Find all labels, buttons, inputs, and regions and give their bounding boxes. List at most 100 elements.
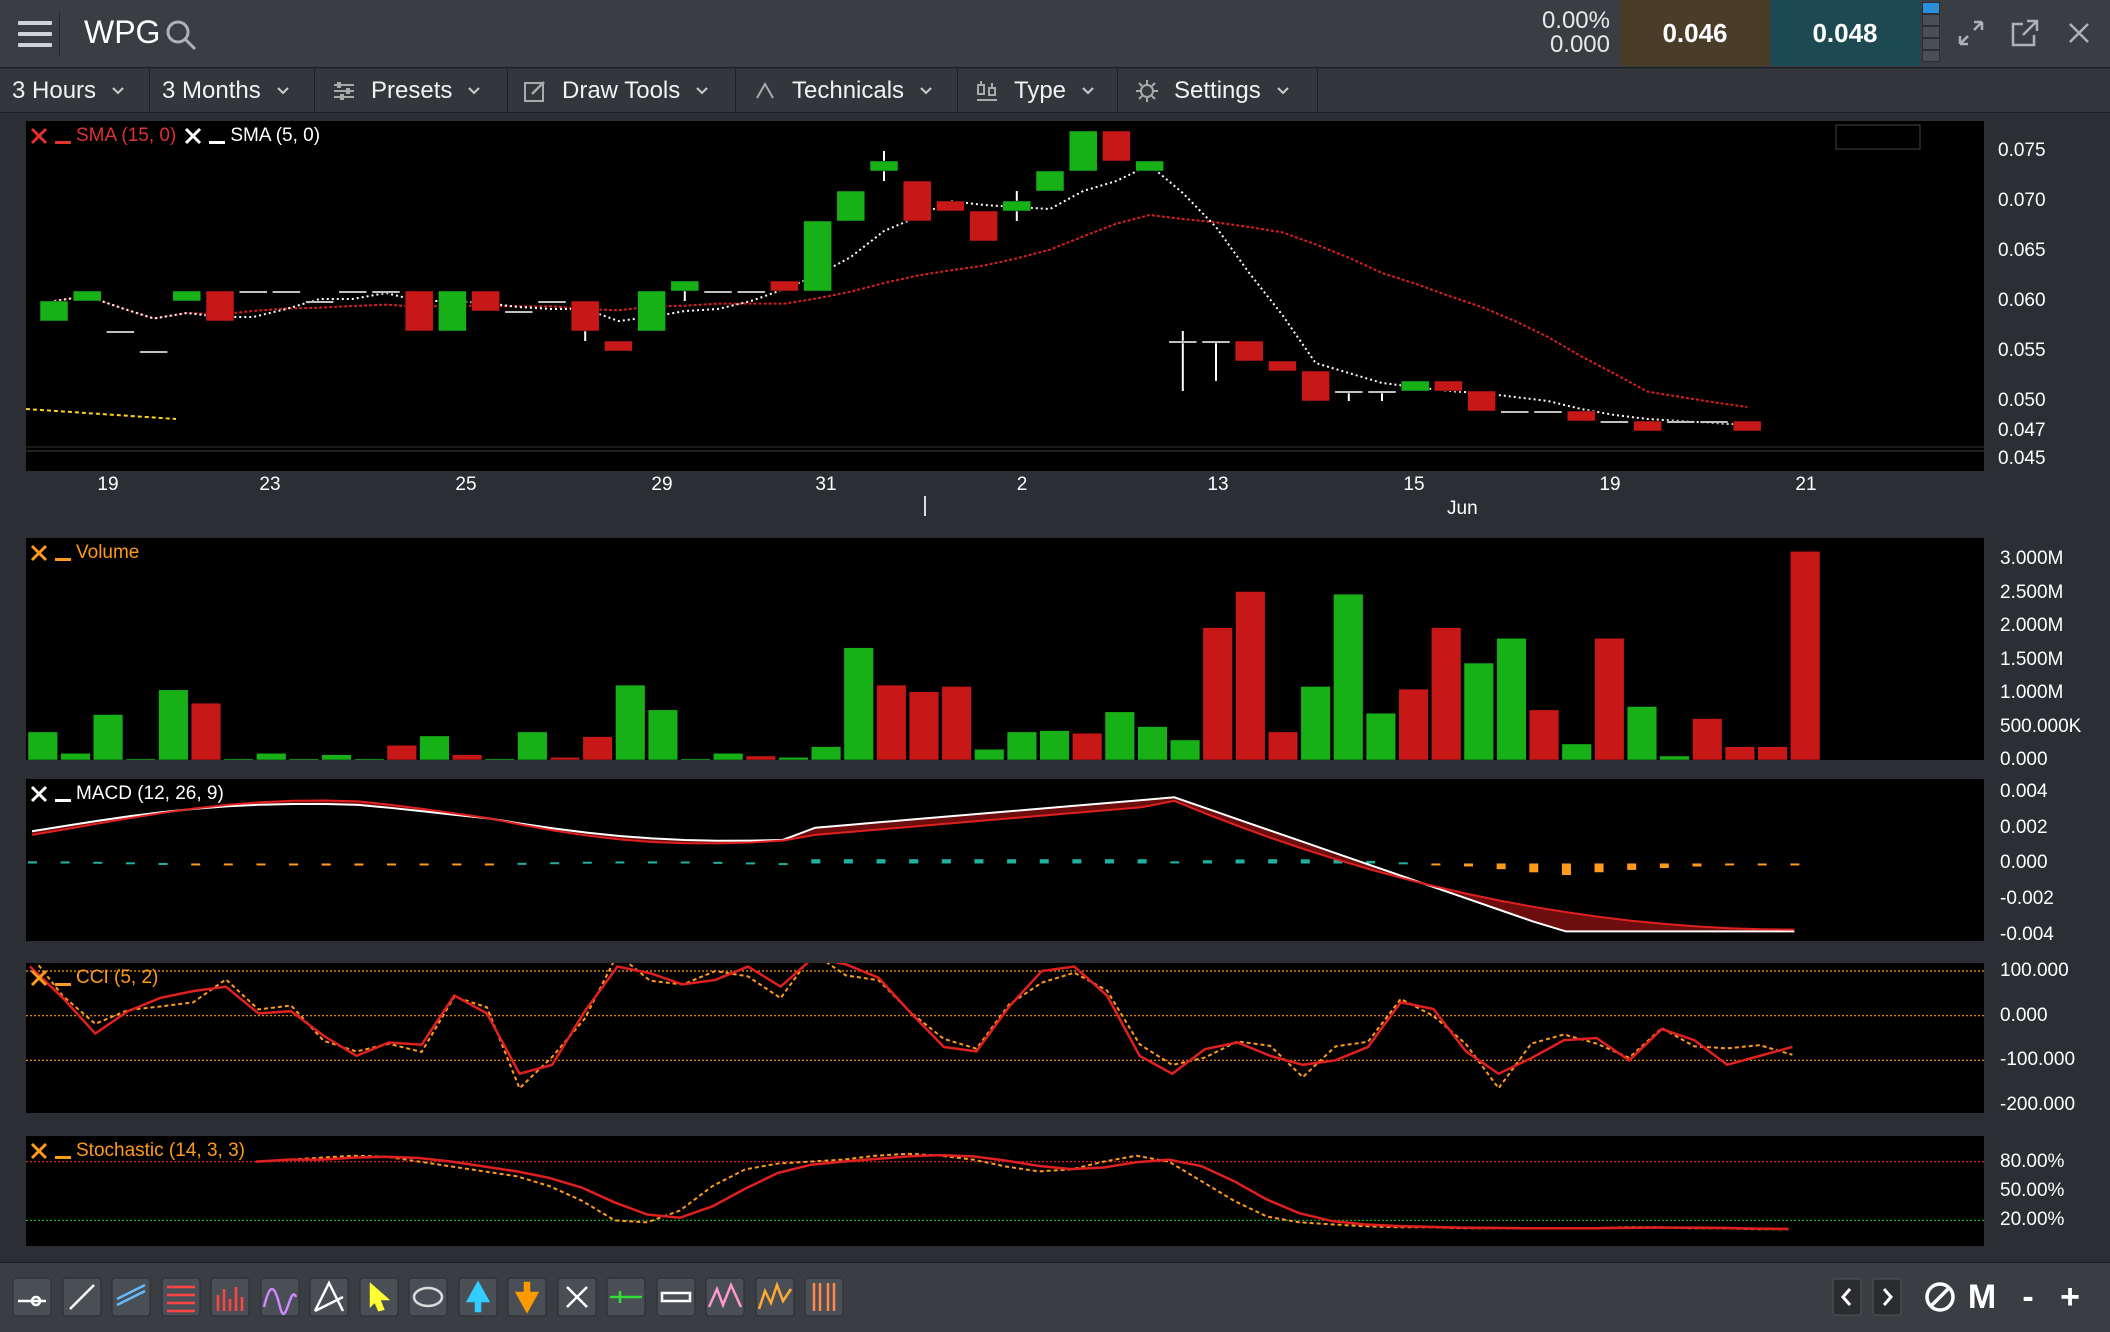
hamburger-menu-icon[interactable]: [10, 12, 60, 56]
macd-histogram-bar: [1366, 860, 1376, 864]
remove-macd-icon[interactable]: [28, 783, 50, 805]
remove-stochastic-icon[interactable]: [28, 1140, 50, 1162]
price-label-icon[interactable]: [656, 1277, 696, 1317]
zoom-in-button[interactable]: +: [2050, 1275, 2090, 1319]
macd-histogram-bar: [778, 863, 788, 866]
interval-dropdown[interactable]: 3 Hours: [0, 69, 150, 113]
chart-toolbar: 3 Hours 3 Months Presets Draw Tools Tech…: [0, 69, 2110, 113]
channel-icon[interactable]: [111, 1277, 151, 1317]
macd-histogram-bar: [387, 863, 396, 866]
cci-chart-svg[interactable]: [26, 951, 1984, 1113]
elliott-icon[interactable]: [755, 1277, 795, 1317]
fibonacci-icon[interactable]: [161, 1277, 201, 1317]
market-depth-indicator[interactable]: [1922, 2, 1940, 64]
macd-histogram-bar: [648, 861, 658, 864]
candle-body: [1600, 420, 1629, 424]
remove-sma5-icon[interactable]: [182, 125, 204, 147]
sliders-icon: [334, 82, 354, 100]
candle-body: [1268, 360, 1297, 372]
vertical-lines-icon[interactable]: [804, 1277, 844, 1317]
trendline-icon[interactable]: [62, 1277, 102, 1317]
pointer-arrow-icon[interactable]: [359, 1277, 399, 1317]
stochastic-panel[interactable]: Stochastic (14, 3, 3): [26, 1136, 1984, 1246]
symbol-title[interactable]: WPG: [84, 14, 160, 51]
volume-bar: [386, 745, 417, 761]
macd-y-tick: -0.002: [2000, 888, 2054, 910]
scroll-left-icon[interactable]: [1832, 1275, 1862, 1319]
ellipse-icon[interactable]: [408, 1277, 448, 1317]
volume-bar: [256, 753, 287, 761]
draw-tools-dropdown[interactable]: Draw Tools: [508, 69, 736, 113]
macd-histogram-bar: [1561, 863, 1571, 876]
candle-body: [272, 290, 301, 294]
volume-bar: [27, 731, 58, 761]
zoom-out-button[interactable]: -: [2008, 1275, 2048, 1319]
minimize-macd-icon[interactable]: [52, 783, 74, 805]
candle-body: [371, 290, 401, 294]
macd-histogram-bar: [811, 859, 821, 864]
volume-bar: [713, 753, 744, 761]
down-arrow-icon[interactable]: [507, 1277, 547, 1317]
candle-body: [1566, 410, 1596, 422]
macd-histogram-bar: [876, 859, 886, 864]
delete-drawing-icon[interactable]: [557, 1277, 597, 1317]
chart-type-dropdown[interactable]: Type: [958, 69, 1118, 113]
cci-panel[interactable]: CCI (5, 2): [26, 951, 1984, 1113]
volume-bar: [1235, 591, 1266, 761]
range-label: 3 Months: [162, 77, 261, 104]
popout-icon[interactable]: [2008, 16, 2042, 50]
price-chart-svg[interactable]: [25, 121, 1984, 471]
volume-bar: [1724, 746, 1755, 761]
remove-volume-icon[interactable]: [28, 542, 50, 564]
volume-chart-svg[interactable]: [26, 538, 1984, 761]
disable-icon[interactable]: [1920, 1275, 1960, 1319]
volume-panel[interactable]: Volume: [26, 538, 1984, 761]
macd-histogram-bar: [419, 863, 429, 866]
presets-dropdown[interactable]: Presets: [315, 69, 508, 113]
volume-bar: [615, 684, 646, 761]
type-label: Type: [1014, 77, 1067, 104]
bar-pattern-icon[interactable]: [210, 1277, 250, 1317]
price-chart-panel[interactable]: SMA (15, 0) SMA (5, 0): [25, 121, 1984, 471]
scroll-right-icon[interactable]: [1872, 1275, 1902, 1319]
ask-price-button[interactable]: 0.048: [1770, 0, 1920, 66]
price-x-tick: 19: [1599, 474, 1621, 495]
horizontal-line-icon[interactable]: [606, 1277, 646, 1317]
remove-sma15-icon[interactable]: [28, 125, 50, 147]
minimize-volume-icon[interactable]: [52, 542, 74, 564]
technicals-dropdown[interactable]: Technicals: [736, 69, 958, 113]
wave-icon[interactable]: [260, 1277, 300, 1317]
candle-body: [504, 310, 534, 314]
macd-histogram-bar: [1072, 859, 1082, 864]
crosshair-icon[interactable]: [12, 1277, 52, 1317]
macd-histogram-bar: [1757, 863, 1767, 866]
macd-histogram-bar: [974, 859, 984, 864]
candle-body: [770, 280, 799, 292]
search-icon[interactable]: [164, 18, 198, 52]
macd-histogram-bar: [713, 861, 723, 864]
macd-chart-svg[interactable]: [26, 779, 1984, 941]
minimize-stochastic-icon[interactable]: [52, 1140, 74, 1162]
stochastic-y-tick: 20.00%: [2000, 1209, 2065, 1231]
range-dropdown[interactable]: 3 Months: [150, 69, 315, 113]
stochastic-chart-svg[interactable]: [26, 1136, 1984, 1246]
candle-body: [238, 290, 268, 294]
cci-y-tick: 0.000: [2000, 1004, 2048, 1026]
gann-icon[interactable]: [309, 1277, 349, 1317]
macd-histogram-bar: [1496, 863, 1506, 870]
remove-cci-icon[interactable]: [28, 967, 50, 989]
bid-price-button[interactable]: 0.046: [1620, 0, 1770, 66]
zigzag-icon[interactable]: [705, 1277, 745, 1317]
macd-histogram-bar: [1725, 863, 1735, 866]
up-arrow-icon[interactable]: [458, 1277, 498, 1317]
minimize-cci-icon[interactable]: [52, 967, 74, 989]
minimize-sma5-icon[interactable]: [206, 125, 228, 147]
settings-dropdown[interactable]: Settings: [1118, 69, 1318, 113]
mode-button[interactable]: M: [1962, 1275, 2002, 1319]
close-icon[interactable]: [2062, 16, 2096, 50]
volume-bar: [941, 686, 972, 761]
expand-icon[interactable]: [1954, 16, 1988, 50]
sma5-line: [53, 163, 1748, 426]
minimize-sma15-icon[interactable]: [52, 125, 74, 147]
macd-panel[interactable]: MACD (12, 26, 9): [26, 779, 1984, 941]
